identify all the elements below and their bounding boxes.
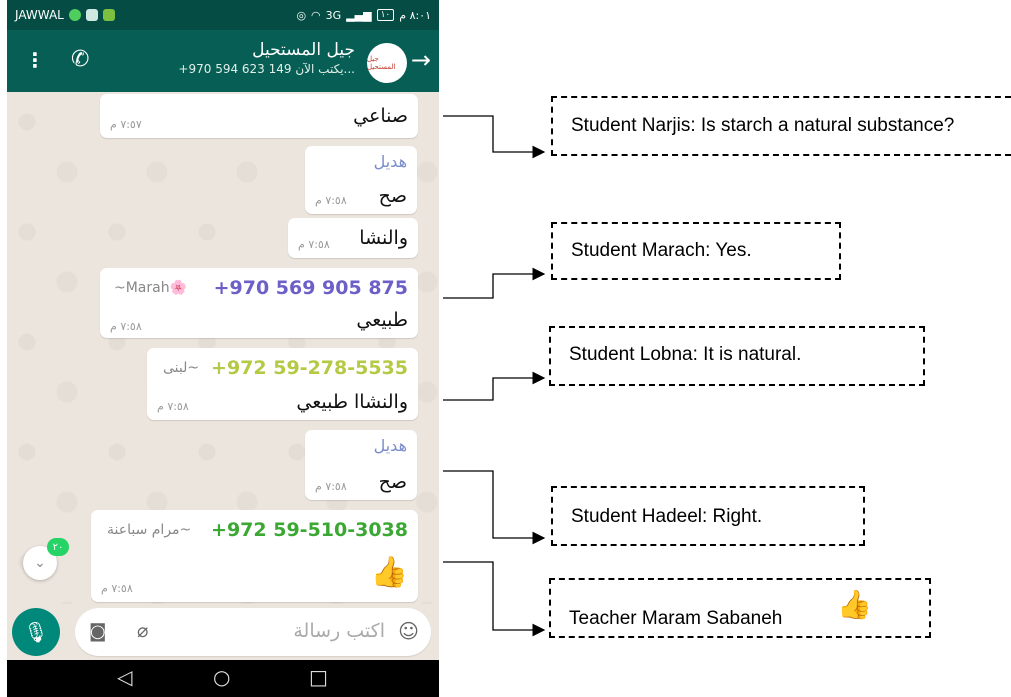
annotation-text: Teacher Maram Sabaneh xyxy=(569,608,783,629)
connector-line xyxy=(443,470,546,545)
annotation-maram: Teacher Maram Sabaneh 👍 xyxy=(549,578,931,638)
connector-line xyxy=(443,561,546,637)
annotation-text: Student Narjis: Is starch a natural subs… xyxy=(571,115,955,136)
annotation-text: Student Hadeel: Right. xyxy=(571,506,763,527)
annotation-narjis: Student Narjis: Is starch a natural subs… xyxy=(551,96,1011,156)
annotation-text: Student Lobna: It is natural. xyxy=(569,344,802,365)
connector-line xyxy=(443,267,546,299)
annotation-lobna: Student Lobna: It is natural. xyxy=(549,326,925,386)
annotation-text: Student Marach: Yes. xyxy=(571,240,752,261)
thumbs-up-emoji: 👍 xyxy=(837,589,872,620)
connector-line xyxy=(443,115,546,159)
connector-line xyxy=(443,371,546,401)
annotation-marach: Student Marach: Yes. xyxy=(551,222,841,280)
annotation-hadeel: Student Hadeel: Right. xyxy=(551,486,865,546)
